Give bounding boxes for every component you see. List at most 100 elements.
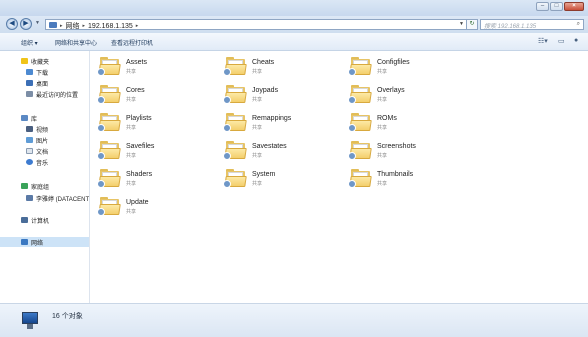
item-name: Shaders [126,171,153,178]
sidebar-label: 库 [31,116,38,123]
list-item[interactable]: Playlists 共享 [97,113,209,137]
item-name: Thumbnails [377,171,414,178]
shared-folder-icon [97,141,121,160]
shared-folder-icon [223,57,247,76]
maximize-button[interactable]: □ [550,2,563,11]
desktop-icon [26,80,33,86]
list-item[interactable]: Cheats 共享 [223,57,335,81]
list-item[interactable]: Savefiles 共享 [97,141,209,165]
organize-button[interactable]: 组织 ▾ [21,38,38,47]
shared-folder-icon [223,169,247,188]
item-subtitle: 共享 [377,69,388,75]
recent-places-icon [26,91,33,97]
breadcrumb-network[interactable]: 网络 [66,21,80,31]
shared-folder-icon [97,113,121,132]
sidebar-item-music[interactable]: 音乐 [26,157,48,167]
list-item[interactable]: ROMs 共享 [348,113,460,137]
list-item[interactable]: Thumbnails 共享 [348,169,460,193]
address-dropdown-icon[interactable]: ▼ [459,21,464,27]
sidebar-label: 网络 [31,240,44,247]
forward-button[interactable]: ▶ [20,18,32,30]
library-icon [21,115,28,121]
sidebar-item-computer[interactable]: 计算机 [21,215,49,225]
sidebar-item-recent[interactable]: 最近访问的位置 [26,89,78,99]
list-item[interactable]: Remappings 共享 [223,113,335,137]
view-remote-printers-button[interactable]: 查看远程打印机 [111,38,153,47]
shared-folder-icon [223,141,247,160]
sidebar-label: 桌面 [36,81,49,88]
sidebar-label: 视频 [36,127,49,134]
downloads-icon [26,69,33,75]
item-subtitle: 共享 [252,69,263,75]
address-bar[interactable]: ▸ 网络 ▸ 192.168.1.135 ▸ ▼ [45,19,468,30]
sidebar-label: 计算机 [31,218,50,225]
refresh-button[interactable]: ↻ [466,19,478,30]
computer-icon [21,217,28,223]
sidebar-item-downloads[interactable]: 下载 [26,67,48,77]
documents-icon [26,148,33,154]
list-item[interactable]: Savestates 共享 [223,141,335,165]
shared-folder-icon [223,85,247,104]
videos-icon [26,126,33,132]
list-item[interactable]: Overlays 共享 [348,85,460,109]
preview-pane-icon[interactable]: ▭ [558,37,565,45]
close-button[interactable]: × [564,2,584,11]
pictures-icon [26,137,33,143]
search-input[interactable]: 搜索 192.168.1.135 ⌕ [480,19,584,30]
recent-pages-dropdown[interactable]: ▼ [35,20,40,26]
breadcrumb: ▸ 网络 ▸ 192.168.1.135 ▸ [60,21,138,31]
list-item[interactable]: Assets 共享 [97,57,209,81]
sidebar-item-homegroup-user[interactable]: 李雅婷 (DATACENT [26,193,89,203]
item-name: Assets [126,59,148,66]
list-item[interactable]: Shaders 共享 [97,169,209,193]
list-item[interactable]: Cores 共享 [97,85,209,109]
maximize-icon: □ [554,3,559,9]
forward-arrow-icon: ▶ [23,20,29,27]
navigation-bar: ◀ ▶ ▼ ▸ 网络 ▸ 192.168.1.135 ▸ ▼ ↻ 搜索 192.… [0,16,588,33]
list-item[interactable]: Screenshots 共享 [348,141,460,165]
sidebar-label: 李雅婷 (DATACENT [36,196,90,203]
explorer-window: – □ × ◀ ▶ ▼ ▸ 网络 ▸ 192.168.1.135 ▸ ▼ ↻ 搜… [0,0,588,337]
list-item[interactable]: System 共享 [223,169,335,193]
sidebar-item-videos[interactable]: 视频 [26,124,48,134]
homegroup-icon [21,183,28,189]
item-name: Configfiles [377,59,410,66]
shared-folder-icon [97,85,121,104]
view-options-icon[interactable]: ☷▾ [538,37,548,45]
back-arrow-icon: ◀ [9,20,15,27]
network-sharing-center-button[interactable]: 网络和共享中心 [55,38,97,47]
title-bar[interactable]: – □ × [0,0,588,16]
item-subtitle: 共享 [252,153,263,159]
sidebar-item-homegroup[interactable]: 家庭组 [21,181,49,191]
chevron-right-icon[interactable]: ▸ [60,23,63,29]
help-icon[interactable]: ● [574,37,578,44]
close-icon: × [572,3,576,9]
shared-folder-icon [223,113,247,132]
sidebar-label: 下载 [36,70,49,77]
sidebar-item-libraries[interactable]: 库 [21,113,37,123]
breadcrumb-host[interactable]: 192.168.1.135 [88,23,133,30]
sidebar-item-favorites[interactable]: 收藏夹 [21,56,49,66]
chevron-right-icon[interactable]: ▸ [136,23,139,29]
item-name: Screenshots [377,143,416,150]
shared-folder-icon [97,57,121,76]
chevron-right-icon[interactable]: ▸ [83,23,86,29]
minimize-button[interactable]: – [536,2,549,11]
user-icon [26,195,33,201]
sidebar-item-network[interactable]: 网络 [0,237,89,247]
sidebar-item-desktop[interactable]: 桌面 [26,78,48,88]
sidebar-item-documents[interactable]: 文档 [26,146,48,156]
list-item[interactable]: Update 共享 [97,197,209,221]
shared-folder-icon [97,169,121,188]
item-subtitle: 共享 [377,125,388,131]
network-computer-icon [20,311,40,331]
sidebar-item-pictures[interactable]: 图片 [26,135,48,145]
list-item[interactable]: Configfiles 共享 [348,57,460,81]
item-name: Joypads [252,87,279,94]
search-placeholder: 搜索 192.168.1.135 [484,24,537,30]
list-item[interactable]: Joypads 共享 [223,85,335,109]
item-name: ROMs [377,115,397,122]
shared-folder-icon [348,85,372,104]
item-name: Playlists [126,115,152,122]
back-button[interactable]: ◀ [6,18,18,30]
